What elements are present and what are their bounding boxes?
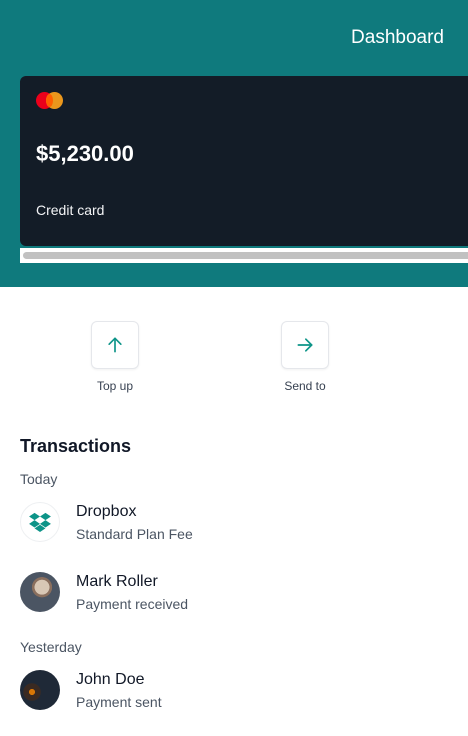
page-title: Dashboard: [351, 27, 444, 48]
transaction-description: Payment sent: [76, 694, 162, 710]
send-to-button[interactable]: [281, 321, 329, 369]
send-to-action[interactable]: Send to: [265, 321, 345, 393]
transactions-title: Transactions: [20, 436, 132, 456]
card-carousel-scrollbar[interactable]: [20, 248, 468, 263]
transaction-item[interactable]: John Doe Payment sent: [20, 670, 460, 714]
group-label-today: Today: [20, 471, 58, 487]
transaction-name: Dropbox: [76, 503, 137, 520]
transaction-item[interactable]: Mark Roller Payment received: [20, 572, 460, 616]
transaction-item[interactable]: Dropbox Standard Plan Fee: [20, 502, 460, 546]
top-up-label: Top up: [96, 379, 134, 393]
quick-actions: Top up Send to: [0, 321, 468, 401]
transaction-name: Mark Roller: [76, 573, 158, 590]
card-balance: $5,230.00: [36, 141, 134, 166]
send-to-label: Send to: [284, 379, 326, 393]
credit-card[interactable]: $5,230.00 Credit card: [20, 76, 468, 246]
arrow-up-icon: [108, 337, 122, 353]
top-up-action[interactable]: Top up: [75, 321, 155, 393]
transaction-name: John Doe: [76, 671, 145, 688]
arrow-right-icon: [297, 338, 313, 352]
dropbox-logo-icon: [20, 502, 60, 542]
group-label-yesterday: Yesterday: [20, 639, 82, 655]
card-type-label: Credit card: [36, 202, 105, 218]
scrollbar-thumb[interactable]: [23, 252, 468, 259]
avatar: [20, 670, 60, 710]
dashboard-header: Dashboard $5,230.00 Credit card: [0, 0, 468, 287]
transaction-description: Payment received: [76, 596, 189, 612]
top-up-button[interactable]: [91, 321, 139, 369]
avatar: [20, 572, 60, 612]
transaction-description: Standard Plan Fee: [76, 526, 193, 542]
mastercard-logo-icon: [36, 92, 64, 109]
